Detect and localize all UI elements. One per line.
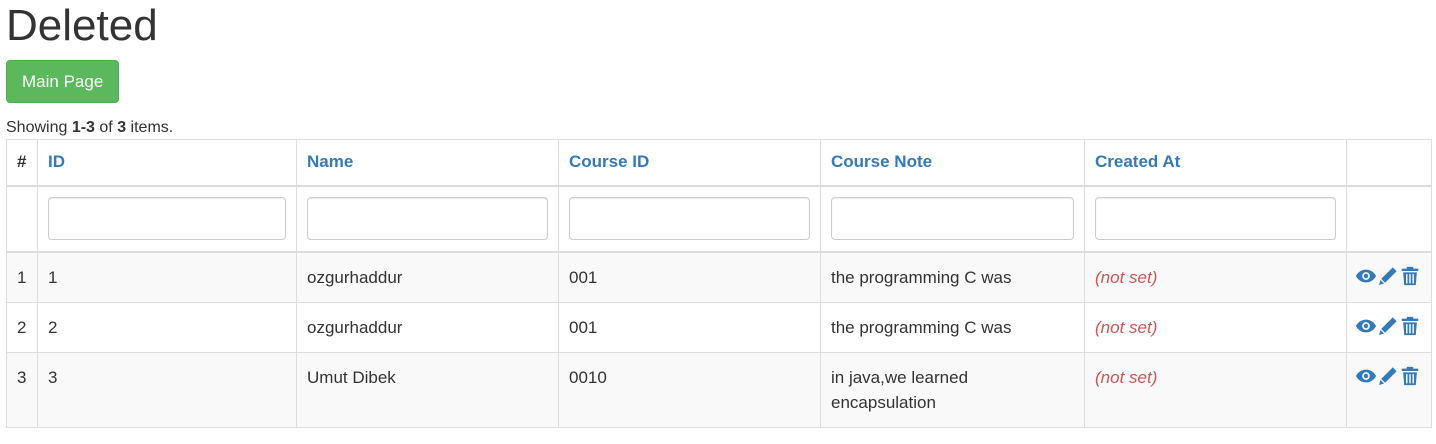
cell-actions (1346, 301, 1432, 353)
summary-middle: of (94, 119, 118, 136)
cell-number: 2 (6, 301, 38, 353)
summary-total: 3 (117, 119, 127, 136)
cell-course-id: 001 (558, 251, 821, 303)
cell-course-note: the programming C was (820, 251, 1085, 303)
column-header-actions (1346, 139, 1432, 187)
pencil-icon[interactable] (1377, 315, 1399, 337)
filter-input-created-at[interactable] (1095, 197, 1336, 240)
filter-cell-actions (1346, 185, 1432, 253)
page-title: Deleted (6, 1, 158, 50)
filter-input-course-id[interactable] (569, 197, 810, 240)
summary-suffix: items. (126, 119, 174, 136)
column-header-id: ID (37, 139, 297, 187)
cell-course-note: the programming C was (820, 301, 1085, 353)
cell-name: ozgurhaddur (296, 251, 559, 303)
cell-course-id: 0010 (558, 351, 821, 428)
filter-input-name[interactable] (307, 197, 548, 240)
sort-link-created-at[interactable]: Created At (1095, 152, 1180, 171)
cell-created-at: (not set) (1084, 251, 1347, 303)
summary-prefix: Showing (6, 119, 72, 136)
cell-course-id: 001 (558, 301, 821, 353)
main-page-button[interactable]: Main Page (6, 60, 120, 103)
table-row: 1 1 ozgurhaddur 001 the programming C wa… (6, 251, 1432, 303)
cell-created-at: (not set) (1084, 351, 1347, 428)
header-row: # ID Name Course ID Course Note Created … (6, 139, 1432, 187)
cell-number: 3 (6, 351, 38, 428)
filter-input-course-note[interactable] (831, 197, 1074, 240)
cell-actions (1346, 351, 1432, 428)
filter-cell-created-at (1084, 185, 1347, 253)
eye-icon[interactable] (1355, 365, 1377, 387)
cell-name: Umut Dibek (296, 351, 559, 428)
summary-text: Showing 1-3 of 3 items. (6, 117, 1430, 139)
cell-id: 2 (37, 301, 297, 353)
trash-icon[interactable] (1399, 315, 1421, 337)
eye-icon[interactable] (1355, 315, 1377, 337)
summary-range: 1-3 (71, 119, 95, 136)
column-header-course-id: Course ID (558, 139, 821, 187)
sort-link-name[interactable]: Name (307, 152, 353, 171)
cell-created-at: (not set) (1084, 301, 1347, 353)
cell-number: 1 (6, 251, 38, 303)
sort-link-id[interactable]: ID (48, 152, 65, 171)
page: Deleted Main Page Showing 1-3 of 3 items… (0, 0, 1436, 428)
cell-actions (1346, 251, 1432, 303)
filter-cell-id (37, 185, 297, 253)
trash-icon[interactable] (1399, 365, 1421, 387)
filter-cell-number (6, 185, 38, 253)
sort-link-course-note[interactable]: Course Note (831, 152, 932, 171)
column-header-course-note: Course Note (820, 139, 1085, 187)
cell-id: 3 (37, 351, 297, 428)
sort-link-course-id[interactable]: Course ID (569, 152, 649, 171)
pencil-icon[interactable] (1377, 265, 1399, 287)
column-header-created-at: Created At (1084, 139, 1347, 187)
filter-cell-course-id (558, 185, 821, 253)
table-row: 3 3 Umut Dibek 0010 in java,we learned e… (6, 351, 1432, 428)
filter-input-id[interactable] (48, 197, 286, 240)
table-row: 2 2 ozgurhaddur 001 the programming C wa… (6, 301, 1432, 353)
eye-icon[interactable] (1355, 265, 1377, 287)
pencil-icon[interactable] (1377, 365, 1399, 387)
data-grid: # ID Name Course ID Course Note Created … (6, 139, 1432, 428)
column-header-name: Name (296, 139, 559, 187)
filter-cell-course-note (820, 185, 1085, 253)
column-header-number: # (6, 139, 38, 187)
filter-cell-name (296, 185, 559, 253)
cell-name: ozgurhaddur (296, 301, 559, 353)
filter-row (6, 185, 1432, 253)
cell-course-note: in java,we learned encapsulation (820, 351, 1085, 428)
cell-id: 1 (37, 251, 297, 303)
trash-icon[interactable] (1399, 265, 1421, 287)
